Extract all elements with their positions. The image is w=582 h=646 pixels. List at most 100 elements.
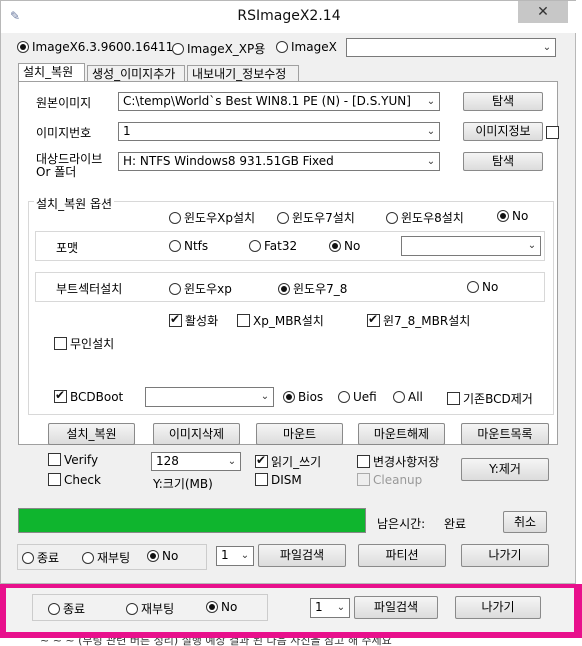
os-7-radio[interactable] [277,212,289,224]
mount-button[interactable]: 마운트 [256,423,343,445]
chevron-down-icon[interactable]: ⌄ [423,153,439,170]
fw-bios-option[interactable]: Bios [283,390,323,404]
file-search-button[interactable]: 파일검색 [258,544,346,567]
mount-size-combo[interactable]: 128 ⌄ [151,452,241,471]
verify-checkbox[interactable] [48,453,61,466]
after-reboot-radio[interactable] [82,552,94,564]
fw-uefi-option[interactable]: Uefi [338,390,377,404]
os-no-radio[interactable] [497,210,509,222]
os-xp-radio[interactable] [169,212,181,224]
chevron-down-icon[interactable]: ⌄ [224,453,240,470]
exit-button[interactable]: 나가기 [461,544,549,567]
os-8-radio[interactable] [386,212,398,224]
install-button[interactable]: 설치_복원 [48,423,135,445]
check-checkbox[interactable] [48,473,61,486]
chevron-down-icon[interactable]: ⌄ [333,599,349,617]
bcdboot-combo[interactable]: ⌄ [145,387,274,407]
mode-imagex-xp[interactable]: ImageX_XP용 [172,40,265,57]
boot-no-option[interactable]: No [467,280,498,294]
after-no-option[interactable]: No [147,549,178,563]
fw-bios-radio[interactable] [283,391,295,403]
y-remove-button[interactable]: Y:제거 [461,458,549,481]
verify-option[interactable]: Verify [48,453,98,467]
shadow-count-combo[interactable]: 1 ⌄ [310,598,350,618]
format-drive-combo[interactable]: ⌄ [401,236,541,256]
format-ntfs-option[interactable]: Ntfs [169,239,208,253]
shadow-exit-button[interactable]: 나가기 [455,596,541,619]
chevron-down-icon[interactable]: ⌄ [423,123,439,140]
xp-mbr-option[interactable]: Xp_MBR설치 [237,312,324,329]
boot-78-radio[interactable] [278,283,290,295]
shadow-shutdown-radio[interactable] [48,603,60,615]
chevron-down-icon[interactable]: ⌄ [257,388,273,406]
remove-bcd-option[interactable]: 기존BCD제거 [447,390,533,407]
fw-all-option[interactable]: All [393,390,423,404]
imagex-path-combo[interactable]: ⌄ [346,38,556,57]
fw-uefi-radio[interactable] [338,391,350,403]
after-reboot-option[interactable]: 재부팅 [82,549,130,566]
rw-option[interactable]: 읽기_쓰기 [255,453,321,470]
unmount-button[interactable]: 마운트해제 [358,423,445,445]
dism-checkbox[interactable] [255,473,268,486]
xp-mbr-checkbox[interactable] [237,314,250,327]
shadow-shutdown-option[interactable]: 종료 [48,600,85,617]
close-button[interactable]: ✕ [518,1,568,23]
after-no-radio[interactable] [147,550,159,562]
remove-bcd-checkbox[interactable] [447,392,460,405]
boot-no-radio[interactable] [467,281,479,293]
check-option[interactable]: Check [48,473,101,487]
win78-mbr-checkbox[interactable] [367,312,380,327]
mode-imagex[interactable]: ImageX [276,40,337,54]
target-drive-combo[interactable]: H: NTFS Windows8 931.51GB Fixed ⌄ [118,152,440,171]
win78-mbr-option[interactable]: 윈7_8_MBR설치 [367,312,470,329]
shadow-no-radio[interactable] [206,601,218,613]
shadow-file-search-button[interactable]: 파일검색 [354,596,438,619]
boot-xp-radio[interactable] [169,283,181,295]
format-fat32-option[interactable]: Fat32 [249,239,297,253]
format-ntfs-radio[interactable] [169,240,181,252]
save-changes-checkbox[interactable] [357,455,370,468]
activate-option[interactable]: 활성화 [169,312,218,329]
shadow-no-option[interactable]: No [206,600,237,614]
mode-radio-1[interactable] [17,41,29,53]
format-no-radio[interactable] [329,240,341,252]
fw-all-radio[interactable] [393,391,405,403]
mode-radio-2[interactable] [172,43,184,55]
image-index-combo[interactable]: 1 ⌄ [118,122,440,141]
chevron-down-icon[interactable]: ⌄ [539,39,555,56]
source-browse-button[interactable]: 탐색 [463,92,543,111]
shadow-reboot-option[interactable]: 재부팅 [126,600,174,617]
image-info-checkbox[interactable] [546,126,559,139]
tab-install[interactable]: 설치_복원 [18,63,85,82]
delete-image-button[interactable]: 이미지삭제 [153,423,240,445]
partition-button[interactable]: 파티션 [358,544,446,567]
count-combo[interactable]: 1 ⌄ [216,546,254,566]
image-info-button[interactable]: 이미지정보 [463,122,543,141]
mode-imagex63[interactable]: ImageX6.3.9600.16411 [17,40,173,54]
activate-checkbox[interactable] [169,312,182,327]
boot-xp-option[interactable]: 윈도우xp [169,280,232,297]
bcdboot-checkbox[interactable] [54,388,67,403]
format-no-option[interactable]: No [329,239,360,253]
os-no-option[interactable]: No [497,209,528,223]
boot-78-option[interactable]: 윈도우7_8 [278,280,347,297]
chevron-down-icon[interactable]: ⌄ [524,237,540,255]
target-browse-button[interactable]: 탐색 [463,152,543,171]
os-8-option[interactable]: 윈도우8설치 [386,209,464,226]
format-fat32-radio[interactable] [249,240,261,252]
mount-list-button[interactable]: 마운트목록 [461,423,549,445]
rw-checkbox[interactable] [255,453,268,468]
chevron-down-icon[interactable]: ⌄ [237,547,253,565]
source-image-combo[interactable]: C:\temp\World`s Best WIN8.1 PE (N) - [D.… [118,92,440,111]
cancel-button[interactable]: 취소 [503,511,547,533]
os-xp-option[interactable]: 윈도우Xp설치 [169,209,255,226]
dism-option[interactable]: DISM [255,473,302,487]
tab-capture[interactable]: 생성_이미지추가 [87,65,185,82]
save-changes-option[interactable]: 변경사항저장 [357,453,439,470]
mode-radio-3[interactable] [276,41,288,53]
bcdboot-option[interactable]: BCDBoot [54,388,123,404]
unattended-checkbox[interactable] [54,337,67,350]
tab-export[interactable]: 내보내기_정보수정 [187,65,299,82]
os-7-option[interactable]: 윈도우7설치 [277,209,355,226]
chevron-down-icon[interactable]: ⌄ [423,93,439,110]
